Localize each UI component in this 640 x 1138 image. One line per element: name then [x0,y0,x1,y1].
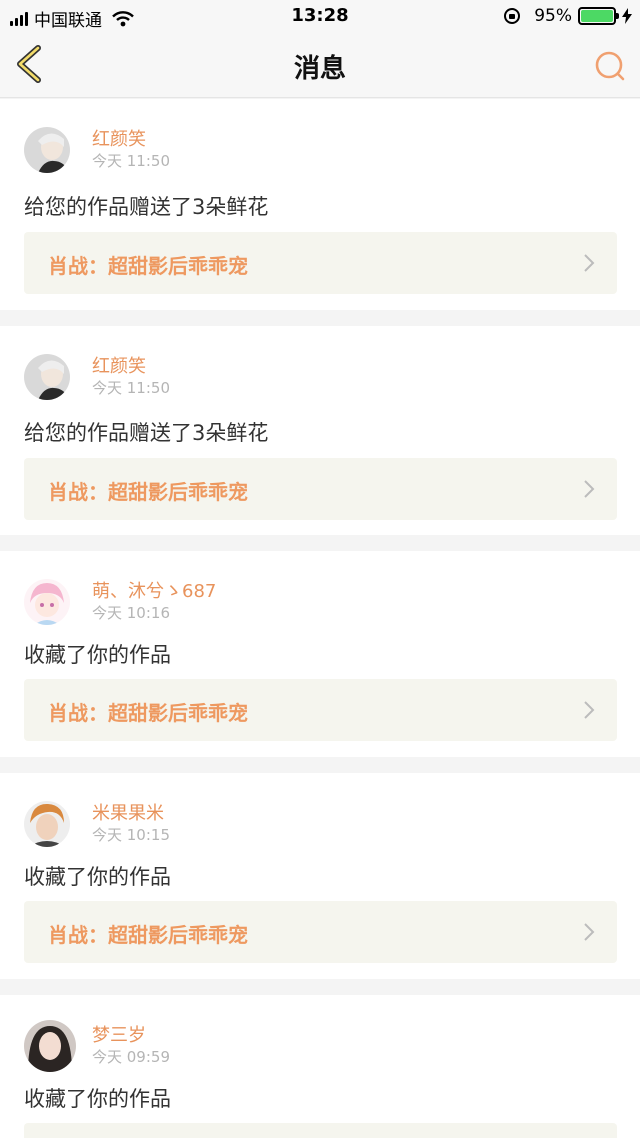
message-text: 给您的作品赠送了3朵鲜花 [24,195,269,219]
avatar[interactable] [24,354,70,400]
message-card: 红颜笑 今天 11:50 给您的作品赠送了3朵鲜花 肖战：超甜影后乖乖宠 [0,326,640,535]
message-time: 今天 09:59 [92,1048,170,1066]
message-text: 收藏了你的作品 [24,1087,171,1111]
status-right: 95% [504,6,632,26]
message-list: 红颜笑 今天 11:50 给您的作品赠送了3朵鲜花 肖战：超甜影后乖乖宠 红颜笑… [0,99,640,1138]
chevron-right-icon [584,480,595,498]
work-title: 肖战：超甜影后乖乖宠 [48,254,248,278]
avatar[interactable] [24,127,70,173]
avatar[interactable] [24,579,70,625]
username[interactable]: 萌、沐兮ゝ687 [92,577,216,603]
message-time: 今天 10:16 [92,604,170,622]
message-text: 收藏了你的作品 [24,865,171,889]
work-link[interactable] [24,1123,617,1138]
work-title: 肖战：超甜影后乖乖宠 [48,480,248,504]
chevron-right-icon [584,254,595,272]
message-time: 今天 10:15 [92,826,170,844]
message-text: 给您的作品赠送了3朵鲜花 [24,421,269,445]
message-text: 收藏了你的作品 [24,643,171,667]
work-link[interactable]: 肖战：超甜影后乖乖宠 [24,232,617,294]
work-title: 肖战：超甜影后乖乖宠 [48,701,248,725]
message-time: 今天 11:50 [92,152,170,170]
orientation-lock-icon [504,8,521,24]
page-title: 消息 [293,54,346,84]
avatar[interactable] [24,1020,76,1072]
nav-bar: 消息 [0,32,640,98]
chevron-right-icon [584,701,595,719]
charging-icon [622,8,632,24]
work-link[interactable]: 肖战：超甜影后乖乖宠 [24,901,617,963]
username[interactable]: 红颜笑 [92,352,146,378]
battery-icon [578,7,619,25]
username[interactable]: 红颜笑 [92,125,146,151]
status-bar: 中国联通 13:28 95% [0,0,640,32]
message-card: 梦三岁 今天 09:59 收藏了你的作品 [0,995,640,1138]
search-icon[interactable] [594,50,626,82]
message-card: 萌、沐兮ゝ687 今天 10:16 收藏了你的作品 肖战：超甜影后乖乖宠 [0,551,640,757]
username[interactable]: 梦三岁 [92,1021,146,1047]
chevron-right-icon [584,923,595,941]
avatar[interactable] [24,801,70,847]
message-card: 米果果米 今天 10:15 收藏了你的作品 肖战：超甜影后乖乖宠 [0,773,640,979]
work-link[interactable]: 肖战：超甜影后乖乖宠 [24,458,617,520]
work-title: 肖战：超甜影后乖乖宠 [48,923,248,947]
battery-percent: 95% [534,6,572,26]
message-time: 今天 11:50 [92,379,170,397]
work-link[interactable]: 肖战：超甜影后乖乖宠 [24,679,617,741]
username[interactable]: 米果果米 [92,799,164,825]
message-card: 红颜笑 今天 11:50 给您的作品赠送了3朵鲜花 肖战：超甜影后乖乖宠 [0,99,640,310]
